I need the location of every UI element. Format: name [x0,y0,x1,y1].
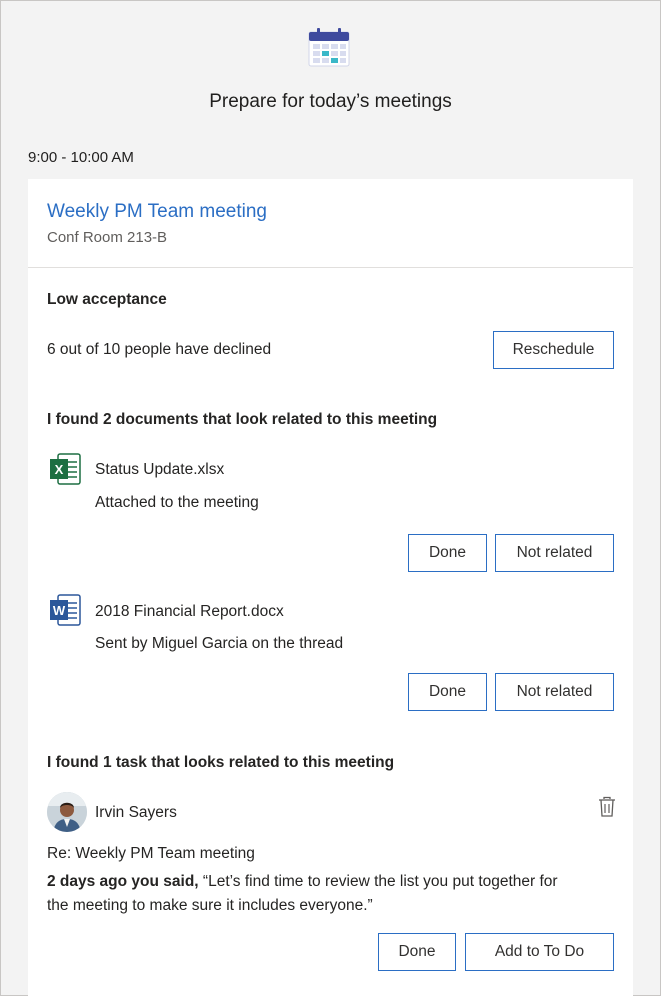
document-link-status-update[interactable]: Status Update.xlsx [95,461,224,479]
meeting-location: Conf Room 213-B [47,229,168,246]
task-subject-link[interactable]: Re: Weekly PM Team meeting [47,845,255,863]
task-quote-line2: the meeting to make sure it includes eve… [47,897,373,914]
meeting-time: 9:00 - 10:00 AM [28,149,134,166]
add-to-todo-button[interactable]: Add to To Do [465,933,614,971]
word-file-icon: W [50,594,81,626]
done-button[interactable]: Done [408,534,487,572]
person-avatar-icon [47,792,87,832]
done-button[interactable]: Done [408,673,487,711]
meeting-card: Weekly PM Team meeting Conf Room 213-B L… [28,179,633,996]
not-related-button[interactable]: Not related [495,534,614,572]
document-link-financial-report[interactable]: 2018 Financial Report.docx [95,603,284,621]
panel-heading: Prepare for today’s meetings [209,91,452,112]
task-quote-line1: “Let’s find time to review the list you … [202,873,558,890]
done-button[interactable]: Done [378,933,456,971]
document-detail: Sent by Miguel Garcia on the thread [95,635,344,652]
acceptance-heading: Low acceptance [47,291,167,308]
svg-text:W: W [53,603,66,618]
task-quote: 2 days ago you said, “Let’s find time to… [47,870,627,918]
documents-heading: I found 2 documents that look related to… [47,411,438,428]
meeting-header: Weekly PM Team meeting Conf Room 213-B [28,179,633,268]
svg-text:X: X [55,462,64,477]
task-when: 2 days ago you said, [47,873,199,890]
avatar [47,792,87,832]
calendar-icon [308,28,350,67]
task-person-name: Irvin Sayers [95,804,177,821]
excel-file-icon: X [50,453,81,485]
task-heading: I found 1 task that looks related to thi… [47,754,395,771]
reschedule-button[interactable]: Reschedule [493,331,614,369]
acceptance-summary: 6 out of 10 people have declined [47,341,272,358]
trash-icon[interactable] [597,796,617,818]
meeting-title-link[interactable]: Weekly PM Team meeting [47,201,267,223]
document-detail: Attached to the meeting [95,494,259,511]
not-related-button[interactable]: Not related [495,673,614,711]
